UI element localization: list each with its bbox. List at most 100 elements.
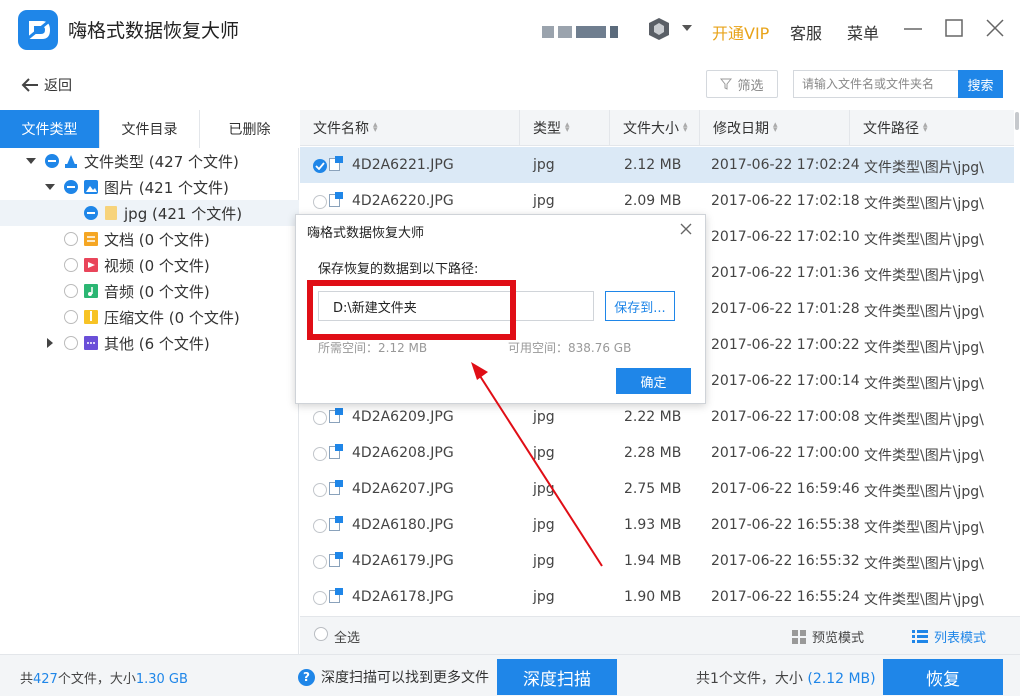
menu-link[interactable]: 菜单 xyxy=(847,20,879,44)
row-select-radio[interactable] xyxy=(313,555,327,569)
tree-item-all-types[interactable]: 文件类型 (427 个文件) xyxy=(0,148,299,174)
expand-arrow-icon[interactable] xyxy=(45,182,55,192)
search-button[interactable]: 搜索 xyxy=(958,70,1003,98)
checkbox-empty-icon[interactable] xyxy=(64,232,78,246)
minimize-icon[interactable] xyxy=(901,16,925,40)
preview-mode-button[interactable]: 预览模式 xyxy=(792,627,864,646)
selected-prefix: 共1个文件，大小 xyxy=(696,671,803,687)
row-select-radio[interactable] xyxy=(313,591,327,605)
cell-file-type: jpg xyxy=(533,481,555,497)
total-count: 427 xyxy=(33,672,58,687)
close-icon[interactable] xyxy=(983,16,1007,40)
collapse-arrow-icon[interactable] xyxy=(45,338,55,348)
tab-file-directory[interactable]: 文件目录 xyxy=(100,110,200,148)
scrollbar-track[interactable] xyxy=(1014,110,1020,616)
cell-file-type: jpg xyxy=(533,553,555,569)
tree-item-archive[interactable]: 压缩文件 (0 个文件) xyxy=(0,304,299,330)
column-label: 文件名称 xyxy=(313,121,369,137)
save-to-button[interactable]: 保存到... xyxy=(605,291,675,321)
column-header-date[interactable]: 修改日期 ▴ ▾ xyxy=(700,110,850,146)
partial-check-icon[interactable] xyxy=(84,206,98,220)
checkbox-empty-icon[interactable] xyxy=(64,310,78,324)
cell-file-path: 文件类型\图片\jpg\ xyxy=(864,556,984,572)
column-header-type[interactable]: 类型 ▴ ▾ xyxy=(520,110,610,146)
cell-file-name: 4D2A6178.JPG xyxy=(352,589,454,605)
partial-check-icon[interactable] xyxy=(64,180,78,194)
filter-icon xyxy=(720,78,733,90)
account-name-blurred[interactable] xyxy=(542,24,632,38)
checkbox-empty-icon[interactable] xyxy=(64,336,78,350)
select-all-radio[interactable] xyxy=(314,627,328,641)
expand-arrow-icon[interactable] xyxy=(26,156,36,166)
table-row[interactable]: 4D2A6221.JPG jpg 2.12 MB 2017-06-22 17:02:2… xyxy=(300,147,1014,183)
table-row[interactable]: 4D2A6209.JPG jpg 2.22 MB 2017-06-22 17:00:0… xyxy=(300,399,1014,435)
tree-item-jpg[interactable]: jpg (421 个文件) xyxy=(0,200,299,226)
cell-file-path: 文件类型\图片\jpg\ xyxy=(864,592,984,608)
cell-file-size: 2.75 MB xyxy=(624,481,682,497)
user-badge-icon[interactable] xyxy=(648,17,670,41)
cell-file-path: 文件类型\图片\jpg\ xyxy=(864,484,984,500)
column-header-size[interactable]: 文件大小 ▴ ▾ xyxy=(610,110,700,146)
row-select-radio[interactable] xyxy=(313,447,327,461)
customer-service-link[interactable]: 客服 xyxy=(790,20,822,44)
tree-item-video[interactable]: 视频 (0 个文件) xyxy=(0,252,299,278)
total-files-summary: 共427个文件，大小1.30 GB xyxy=(20,668,188,687)
table-row[interactable]: 4D2A6179.JPG jpg 1.94 MB 2017-06-22 16:55:3… xyxy=(300,543,1014,579)
preview-mode-label: 预览模式 xyxy=(812,631,865,646)
tree-item-images[interactable]: 图片 (421 个文件) xyxy=(0,174,299,200)
row-select-radio[interactable] xyxy=(313,483,327,497)
row-select-radio[interactable] xyxy=(313,411,327,425)
left-tabs: 文件类型 文件目录 已删除 xyxy=(0,110,299,148)
checked-radio-icon[interactable] xyxy=(313,159,327,173)
total-mid: 个文件，大小 xyxy=(57,672,136,687)
cell-file-path: 文件类型\图片\jpg\ xyxy=(864,304,984,320)
checkbox-empty-icon[interactable] xyxy=(64,258,78,272)
recover-button[interactable]: 恢复 xyxy=(883,659,1003,695)
tree-item-documents[interactable]: 文档 (0 个文件) xyxy=(0,226,299,252)
cell-file-size: 1.93 MB xyxy=(624,517,682,533)
video-icon xyxy=(84,258,98,272)
cell-file-path: 文件类型\图片\jpg\ xyxy=(864,196,984,212)
back-button[interactable]: 返回 xyxy=(20,74,72,96)
annotation-highlight-box xyxy=(307,280,516,340)
partial-check-icon[interactable] xyxy=(45,154,59,168)
cell-file-path: 文件类型\图片\jpg\ xyxy=(864,376,984,392)
close-icon[interactable] xyxy=(679,222,693,236)
table-row[interactable]: 4D2A6180.JPG jpg 1.93 MB 2017-06-22 16:55:3… xyxy=(300,507,1014,543)
cell-modified-date: 2017-06-22 17:01:28 xyxy=(711,301,860,317)
column-label: 文件路径 xyxy=(863,121,919,137)
tree-item-audio[interactable]: 音频 (0 个文件) xyxy=(0,278,299,304)
search-input[interactable] xyxy=(793,70,959,98)
row-select-radio[interactable] xyxy=(313,195,327,209)
vip-link[interactable]: 开通VIP xyxy=(712,20,769,44)
tree-label: 文件类型 (427 个文件) xyxy=(84,153,239,171)
left-panel: 文件类型 文件目录 已删除 文件类型 (427 个文件) 图片 (421 个文件… xyxy=(0,110,299,654)
table-row[interactable]: 4D2A6208.JPG jpg 2.28 MB 2017-06-22 17:00:0… xyxy=(300,435,1014,471)
column-header-name[interactable]: 文件名称 ▴ ▾ xyxy=(300,110,520,146)
tree-item-other[interactable]: 其他 (6 个文件) xyxy=(0,330,299,356)
table-row[interactable]: 4D2A6178.JPG jpg 1.90 MB 2017-06-22 16:55:2… xyxy=(300,579,1014,615)
app-title: 嗨格式数据恢复大师 xyxy=(68,20,240,42)
deep-scan-button[interactable]: 深度扫描 xyxy=(497,659,617,695)
tab-deleted[interactable]: 已删除 xyxy=(200,110,299,148)
maximize-icon[interactable] xyxy=(942,16,966,40)
select-all-label[interactable]: 全选 xyxy=(334,627,360,646)
tab-file-type[interactable]: 文件类型 xyxy=(0,110,100,148)
filter-button[interactable]: 筛选 xyxy=(706,70,778,98)
row-select-radio[interactable] xyxy=(313,519,327,533)
scrollbar-thumb[interactable] xyxy=(1015,112,1019,130)
checkbox-empty-icon[interactable] xyxy=(64,284,78,298)
cell-file-type: jpg xyxy=(533,445,555,461)
image-file-icon xyxy=(329,192,343,207)
table-row[interactable]: 4D2A6207.JPG jpg 2.75 MB 2017-06-22 16:59:4… xyxy=(300,471,1014,507)
tree-label: 音频 (0 个文件) xyxy=(104,283,210,301)
image-file-icon xyxy=(329,552,343,567)
confirm-button[interactable]: 确定 xyxy=(616,368,691,394)
cell-file-path: 文件类型\图片\jpg\ xyxy=(864,160,984,176)
column-header-path[interactable]: 文件路径 ▴ ▾ xyxy=(850,110,1020,146)
cell-modified-date: 2017-06-22 16:55:24 xyxy=(711,589,860,605)
chevron-down-icon[interactable] xyxy=(680,22,694,34)
list-mode-button[interactable]: 列表模式 xyxy=(912,627,986,646)
deep-scan-hint: ? 深度扫描可以找到更多文件 xyxy=(298,667,489,687)
cell-file-path: 文件类型\图片\jpg\ xyxy=(864,412,984,428)
